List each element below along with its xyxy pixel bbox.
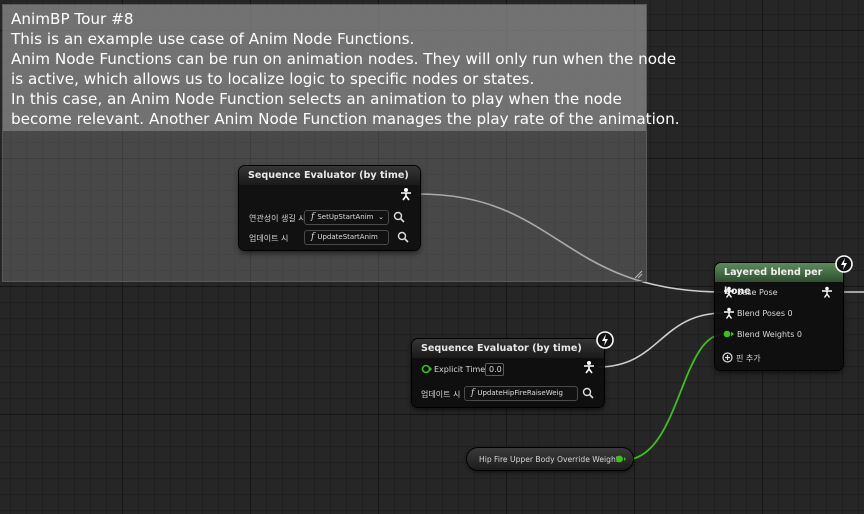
blend-weights-label: Blend Weights 0 [737, 330, 802, 339]
sequence-evaluator-node-2[interactable]: Sequence Evaluator (by time) Explicit Ti… [412, 331, 614, 407]
on-update-label: 업데이트 시 [249, 234, 289, 243]
combo-value: UpdateHipFireRaiseWeig [477, 389, 563, 397]
variable-label: Hip Fire Upper Body Override Weight [479, 455, 619, 464]
resize-handle-icon[interactable] [633, 269, 643, 279]
pose-input-pin-icon[interactable] [723, 307, 735, 319]
base-pose-label: Base Pose [737, 288, 778, 297]
chevron-down-icon: ⌄ [378, 213, 384, 221]
hip-fire-weight-variable-node[interactable]: Hip Fire Upper Body Override Weight [467, 448, 633, 470]
node-title: Sequence Evaluator (by time) [412, 339, 604, 358]
search-icon[interactable] [582, 387, 594, 399]
explicit-time-label: Explicit Time [434, 365, 486, 374]
sequence-evaluator-node-1[interactable]: Sequence Evaluator (by time) 연관성이 생길 시 f… [239, 166, 420, 250]
search-icon[interactable] [393, 211, 405, 223]
comment-line: is active, which allows us to localize l… [11, 70, 535, 88]
float-output-pin-icon[interactable] [615, 454, 627, 464]
node-title: Sequence Evaluator (by time) [239, 166, 420, 185]
float-input-pin-icon[interactable] [421, 364, 433, 374]
function-icon: f [311, 212, 315, 222]
function-icon: f [471, 388, 475, 398]
comment-line: In this case, an Anim Node Function sele… [11, 90, 622, 108]
comment-title: AnimBP Tour #8 [11, 10, 134, 28]
on-become-relevant-label: 연관성이 생길 시 [249, 214, 306, 223]
function-icon: f [311, 232, 315, 242]
comment-line: become relevant. Another Anim Node Funct… [11, 110, 680, 128]
on-update-function-combo[interactable]: f UpdateStartAnim [304, 230, 389, 245]
add-pin-icon[interactable] [722, 352, 733, 363]
comment-line: Anim Node Functions can be run on animat… [11, 50, 677, 68]
float-input-pin-icon[interactable] [723, 330, 735, 338]
explicit-time-input[interactable]: 0.0 [485, 363, 504, 376]
lightning-bolt-icon [835, 255, 853, 273]
comment-line: This is an example use case of Anim Node… [11, 30, 415, 48]
combo-value: UpdateStartAnim [317, 233, 378, 241]
combo-value: SetUpStartAnim [317, 213, 374, 221]
on-update-function-combo[interactable]: f UpdateHipFireRaiseWeig [464, 386, 578, 401]
add-pin-label[interactable]: 핀 추가 [736, 353, 761, 364]
pose-input-pin-icon[interactable] [723, 286, 735, 298]
pose-output-pin-icon[interactable] [821, 286, 833, 298]
on-update-label: 업데이트 시 [421, 390, 461, 399]
search-icon[interactable] [397, 231, 409, 243]
pose-wire-seq2-to-blend [597, 312, 725, 368]
on-become-relevant-function-combo[interactable]: f SetUpStartAnim ⌄ [304, 210, 389, 225]
layered-blend-per-bone-node[interactable]: Layered blend per bone Base Pose Blend P… [715, 255, 853, 370]
blend-poses-label: Blend Poses 0 [737, 309, 793, 318]
pose-output-pin-icon[interactable] [399, 187, 413, 201]
comment-header: AnimBP Tour #8 This is an example use ca… [3, 5, 680, 131]
pose-output-pin-icon[interactable] [582, 360, 596, 374]
node-title: Layered blend per bone [715, 263, 843, 297]
float-wire-var-to-weights [623, 333, 725, 461]
lightning-bolt-icon [596, 331, 614, 349]
